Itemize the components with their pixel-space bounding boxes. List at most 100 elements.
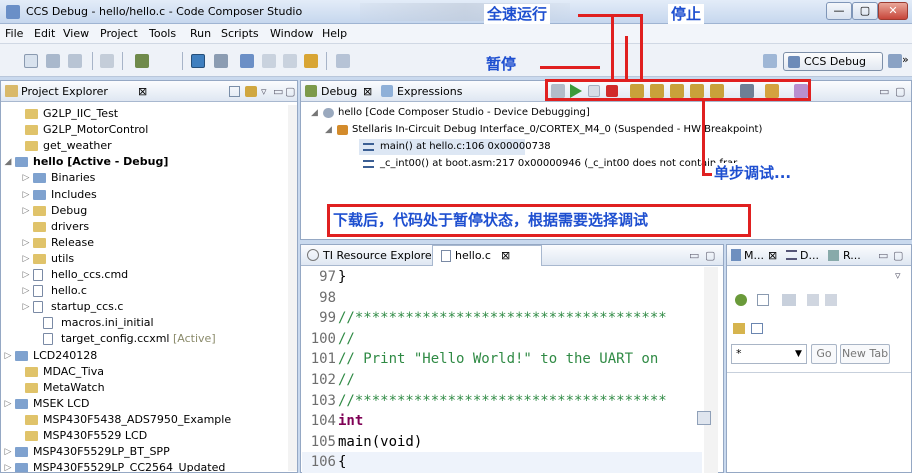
code-line[interactable]: 100//	[302, 329, 702, 350]
editor-minimize-icon[interactable]: ▭	[689, 249, 699, 262]
tab-expressions[interactable]: Expressions	[397, 85, 462, 98]
expand-arrow-icon[interactable]: ▷	[21, 267, 31, 283]
expand-arrow-icon[interactable]: ▷	[3, 460, 13, 472]
code-editor[interactable]: 97} 98 99//*******************************…	[302, 267, 704, 473]
project-tree-item[interactable]: target_config.ccxml [Active]	[1, 331, 287, 347]
code-line[interactable]: 98	[302, 288, 702, 309]
right-minimize-icon[interactable]: ▭	[878, 249, 888, 262]
maximize-button[interactable]: ▢	[852, 2, 878, 20]
stack-frame-cint00-row[interactable]: _c_int00() at boot.asm:217 0x00000946 (_…	[359, 156, 899, 172]
debug-bug-icon[interactable]	[135, 54, 149, 68]
perspective-menu-icon[interactable]	[888, 54, 902, 68]
tab-disassembly[interactable]: D...	[800, 249, 819, 262]
menu-help[interactable]: Help	[322, 27, 347, 40]
project-tree-item[interactable]: ▷ Debug	[1, 203, 287, 219]
code-line[interactable]: 105 main(void)	[302, 432, 702, 453]
refresh-icon[interactable]	[262, 54, 276, 68]
flash-icon[interactable]	[214, 54, 228, 68]
tab-debug[interactable]: Debug	[321, 85, 357, 98]
code-line[interactable]: 97}	[302, 267, 702, 288]
project-tree-item[interactable]: MDAC_Tiva	[1, 364, 287, 380]
menu-run[interactable]: Run	[190, 27, 211, 40]
menu-edit[interactable]: Edit	[34, 27, 55, 40]
tab-memory[interactable]: M...	[744, 249, 764, 262]
project-explorer-tab[interactable]: Project Explorer ⊠ ▿ ▭ ▢	[1, 81, 297, 102]
code-line[interactable]: 104 int	[302, 411, 702, 432]
tab-hello-c-close-icon[interactable]: ⊠	[501, 249, 510, 262]
view-menu-icon[interactable]: ▿	[261, 85, 267, 98]
new-file-icon[interactable]	[24, 54, 38, 68]
minimize-button[interactable]: —	[826, 2, 852, 20]
editor-maximize-icon[interactable]: ▢	[705, 249, 715, 262]
expand-arrow-icon[interactable]: ▷	[3, 444, 13, 460]
open-perspective-icon[interactable]	[763, 54, 777, 68]
code-line[interactable]: 101// Print "Hello World!" to the UART o…	[302, 349, 702, 370]
maximize-view-icon[interactable]: ▢	[285, 85, 295, 98]
perspective-ccs-debug-button[interactable]: CCS Debug	[783, 52, 883, 71]
save-all-icon[interactable]	[68, 54, 82, 68]
memory-context-select[interactable]: * ▼	[731, 344, 807, 364]
target-icon[interactable]	[240, 54, 254, 68]
project-tree-item[interactable]: ▷ Binaries	[1, 170, 287, 186]
project-tree-item[interactable]: G2LP_IIC_Test	[1, 106, 287, 122]
link-editor-icon[interactable]	[245, 86, 257, 97]
print-icon[interactable]	[100, 54, 114, 68]
debug-maximize-icon[interactable]: ▢	[895, 85, 905, 98]
project-tree-item[interactable]: ▷ MSEK LCD	[1, 396, 287, 412]
expand-arrow-icon[interactable]: ▷	[21, 251, 31, 267]
tab-ti-resource-explorer[interactable]: TI Resource Explorer	[323, 249, 436, 262]
project-tree-item[interactable]: MSP430F5529 LCD	[1, 428, 287, 444]
expand-arrow-icon[interactable]: ▷	[21, 299, 31, 315]
code-line[interactable]: 99//************************************…	[302, 308, 702, 329]
more-chevron-icon[interactable]: »	[902, 53, 909, 66]
refresh-memory-icon[interactable]	[825, 294, 837, 306]
expand-arrow-icon[interactable]: ▷	[21, 170, 31, 186]
minimize-view-icon[interactable]: ▭	[273, 85, 283, 98]
project-tree-item[interactable]: MSP430F5438_ADS7950_Example	[1, 412, 287, 428]
tab-registers[interactable]: R...	[843, 249, 861, 262]
code-line[interactable]: 103//***********************************…	[302, 391, 702, 412]
export-icon[interactable]	[782, 294, 796, 306]
expand-arrow-icon[interactable]: ▷	[21, 203, 31, 219]
project-tree-item[interactable]: ◢ hello [Active - Debug]	[1, 154, 287, 170]
tab-memory-close-icon[interactable]: ⊠	[768, 249, 777, 262]
project-tree-item[interactable]: ▷ hello_ccs.cmd	[1, 267, 287, 283]
expand-arrow-icon[interactable]: ▷	[21, 235, 31, 251]
menu-tools[interactable]: Tools	[149, 27, 176, 40]
edit-icon[interactable]	[751, 323, 763, 334]
menu-project[interactable]: Project	[100, 27, 138, 40]
menu-view[interactable]: View	[63, 27, 89, 40]
expand-arrow-icon[interactable]: ▷	[21, 187, 31, 203]
project-tree-item[interactable]: ▷ LCD240128	[1, 348, 287, 364]
project-tree-item[interactable]: drivers	[1, 219, 287, 235]
expand-arrow-icon[interactable]: ▷	[3, 348, 13, 364]
collapse-all-icon[interactable]	[229, 86, 240, 97]
menu-window[interactable]: Window	[270, 27, 313, 40]
expand-arrow-icon[interactable]: ▷	[3, 396, 13, 412]
tools-icon[interactable]	[304, 54, 318, 68]
expand-arrow-icon[interactable]: ▷	[21, 283, 31, 299]
project-tree-item[interactable]: macros.ini_initial	[1, 315, 287, 331]
stack-frame-main-row[interactable]: main() at hello.c:106 0x00000738	[359, 139, 551, 155]
add-monitor-icon[interactable]	[735, 294, 747, 306]
project-tree-item[interactable]: ▷ Release	[1, 235, 287, 251]
go-button[interactable]: Go	[811, 344, 837, 364]
tab-debug-close-icon[interactable]: ⊠	[363, 85, 372, 98]
editor-scrollbar[interactable]	[704, 267, 718, 473]
project-tree-scrollbar[interactable]	[288, 105, 297, 471]
new-tab-button[interactable]: New Tab	[840, 344, 890, 364]
project-tree-item[interactable]: ▷ utils	[1, 251, 287, 267]
tab-hello-c[interactable]: hello.c ⊠	[432, 245, 542, 266]
build-icon[interactable]	[191, 54, 205, 68]
project-tree-item[interactable]: MetaWatch	[1, 380, 287, 396]
menu-scripts[interactable]: Scripts	[221, 27, 259, 40]
new-tab-folder-icon[interactable]	[733, 323, 745, 334]
project-tree-item[interactable]: ▷ MSP430F5529LP_CC2564_Updated	[1, 460, 287, 472]
save-icon[interactable]	[46, 54, 60, 68]
right-maximize-icon[interactable]: ▢	[893, 249, 903, 262]
code-line[interactable]: 106{	[302, 452, 702, 473]
expand-arrow-icon[interactable]: ◢	[3, 154, 13, 170]
tab-close-icon[interactable]: ⊠	[138, 85, 147, 98]
debug-target-row[interactable]: ◢ Stellaris In-Circuit Debug Interface_0…	[325, 122, 905, 138]
pen-icon[interactable]	[336, 54, 350, 68]
